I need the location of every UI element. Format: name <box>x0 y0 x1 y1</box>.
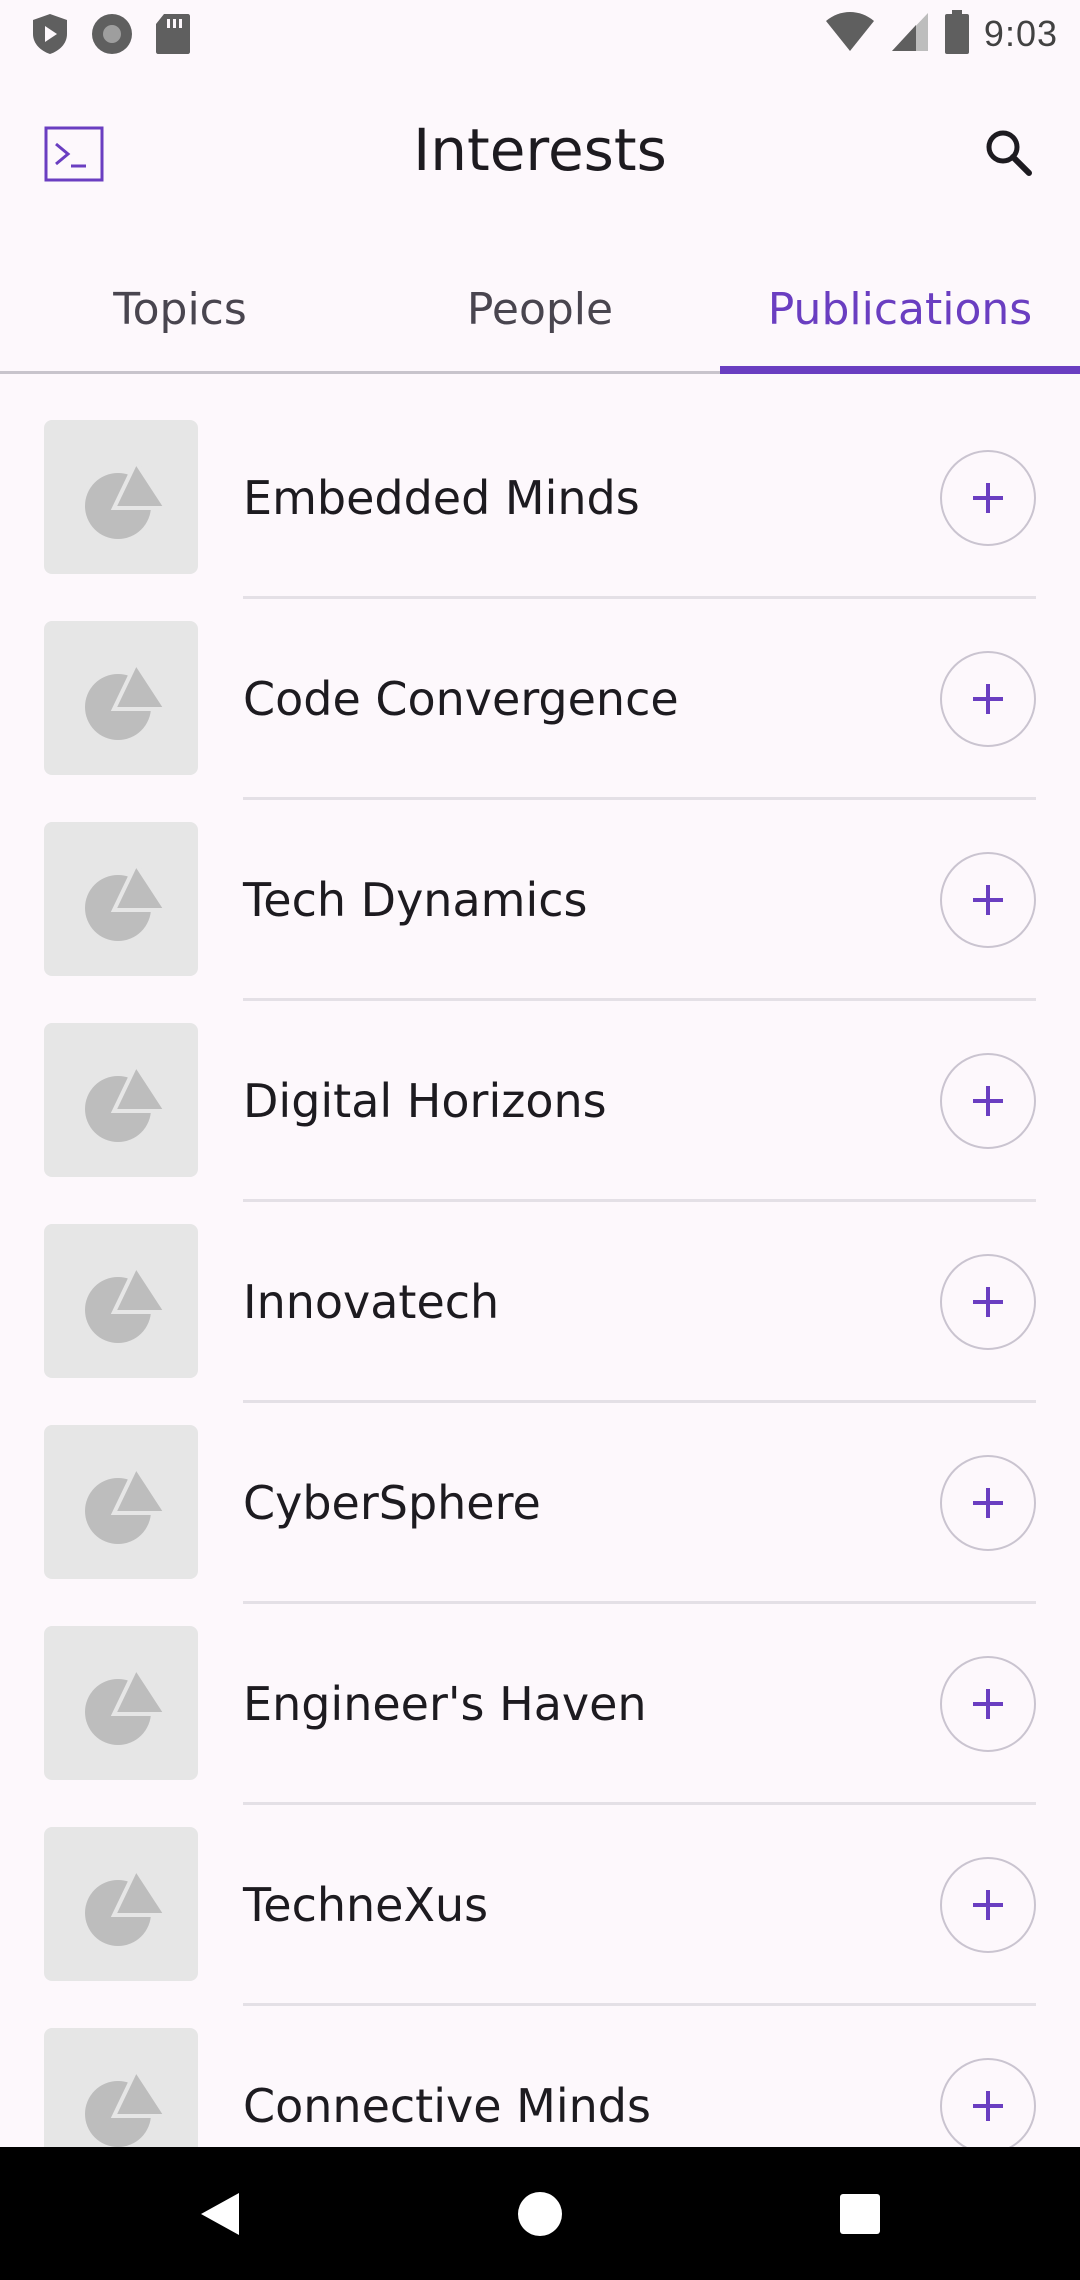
publication-thumbnail <box>44 1425 198 1579</box>
list-item[interactable]: Engineer's Haven <box>0 1606 1080 1807</box>
home-icon <box>516 2190 564 2242</box>
search-button[interactable] <box>970 116 1046 192</box>
plus-icon <box>973 2091 1003 2121</box>
publication-name: Tech Dynamics <box>243 873 588 927</box>
follow-button[interactable] <box>940 1254 1036 1350</box>
plus-icon <box>973 1890 1003 1920</box>
publication-name: Code Convergence <box>243 672 679 726</box>
search-icon <box>982 126 1034 182</box>
list-item[interactable]: Digital Horizons <box>0 1003 1080 1204</box>
publication-name: CyberSphere <box>243 1476 541 1530</box>
status-left-icons <box>30 12 192 60</box>
recents-button[interactable] <box>815 2171 905 2261</box>
placeholder-image-icon <box>85 658 170 740</box>
sd-card-icon <box>154 12 192 60</box>
follow-button[interactable] <box>940 1455 1036 1551</box>
list-divider <box>243 2003 1036 2006</box>
status-bar: 9:03 <box>0 0 1080 66</box>
wifi-icon <box>824 11 876 57</box>
publication-thumbnail <box>44 822 198 976</box>
back-icon <box>197 2189 243 2243</box>
tab-label: People <box>466 284 614 335</box>
placeholder-image-icon <box>85 1864 170 1946</box>
circle-record-icon <box>90 12 134 60</box>
follow-button[interactable] <box>940 1656 1036 1752</box>
list-item[interactable]: Tech Dynamics <box>0 802 1080 1003</box>
page-title: Interests <box>413 116 667 184</box>
publication-name: Innovatech <box>243 1275 500 1329</box>
follow-button[interactable] <box>940 651 1036 747</box>
list-divider <box>243 1802 1036 1805</box>
publication-thumbnail <box>44 621 198 775</box>
tab-publications[interactable]: Publications <box>720 260 1080 374</box>
follow-button[interactable] <box>940 852 1036 948</box>
tab-label: Publications <box>767 284 1033 335</box>
list-item[interactable]: Innovatech <box>0 1204 1080 1405</box>
list-item[interactable]: TechneXus <box>0 1807 1080 2008</box>
publication-name: Embedded Minds <box>243 471 640 525</box>
recents-icon <box>838 2192 882 2240</box>
follow-button[interactable] <box>940 1857 1036 1953</box>
plus-icon <box>973 885 1003 915</box>
shield-play-icon <box>30 12 70 60</box>
publication-thumbnail <box>44 1626 198 1780</box>
publication-name: Engineer's Haven <box>243 1677 647 1731</box>
publication-thumbnail <box>44 1224 198 1378</box>
list-divider <box>243 596 1036 599</box>
follow-button[interactable] <box>940 2058 1036 2154</box>
home-button[interactable] <box>495 2171 585 2261</box>
publication-name: Digital Horizons <box>243 1074 607 1128</box>
publication-thumbnail <box>44 1827 198 1981</box>
status-right-icons: 9:03 <box>824 6 1058 62</box>
list-divider <box>243 1601 1036 1604</box>
tab-people[interactable]: People <box>360 260 720 371</box>
follow-button[interactable] <box>940 450 1036 546</box>
list-divider <box>243 1400 1036 1403</box>
publications-list: Embedded Minds Code Convergence Tech Dynam… <box>0 400 1080 2209</box>
battery-icon <box>944 9 970 59</box>
publication-thumbnail <box>44 1023 198 1177</box>
screen: 9:03 Interests Topics People Publication… <box>0 0 1080 2280</box>
list-item[interactable]: Code Convergence <box>0 601 1080 802</box>
placeholder-image-icon <box>85 1060 170 1142</box>
system-nav-bar <box>0 2147 1080 2280</box>
list-divider <box>243 1199 1036 1202</box>
tab-row: Topics People Publications <box>0 260 1080 374</box>
list-item[interactable]: CyberSphere <box>0 1405 1080 1606</box>
placeholder-image-icon <box>85 1462 170 1544</box>
status-time: 9:03 <box>983 13 1058 54</box>
cell-signal-icon <box>890 11 930 57</box>
tab-indicator <box>720 366 1080 374</box>
publication-name: TechneXus <box>243 1878 489 1932</box>
placeholder-image-icon <box>85 1261 170 1343</box>
plus-icon <box>973 1086 1003 1116</box>
publication-thumbnail <box>44 420 198 574</box>
placeholder-image-icon <box>85 457 170 539</box>
list-divider <box>243 797 1036 800</box>
placeholder-image-icon <box>85 1663 170 1745</box>
plus-icon <box>973 1488 1003 1518</box>
top-app-bar: Interests <box>0 66 1080 242</box>
list-divider <box>243 998 1036 1001</box>
tab-label: Topics <box>113 284 247 335</box>
plus-icon <box>973 684 1003 714</box>
placeholder-image-icon <box>85 859 170 941</box>
plus-icon <box>973 1689 1003 1719</box>
plus-icon <box>973 483 1003 513</box>
follow-button[interactable] <box>940 1053 1036 1149</box>
back-button[interactable] <box>175 2171 265 2261</box>
plus-icon <box>973 1287 1003 1317</box>
tab-topics[interactable]: Topics <box>0 260 360 371</box>
list-item[interactable]: Embedded Minds <box>0 400 1080 601</box>
